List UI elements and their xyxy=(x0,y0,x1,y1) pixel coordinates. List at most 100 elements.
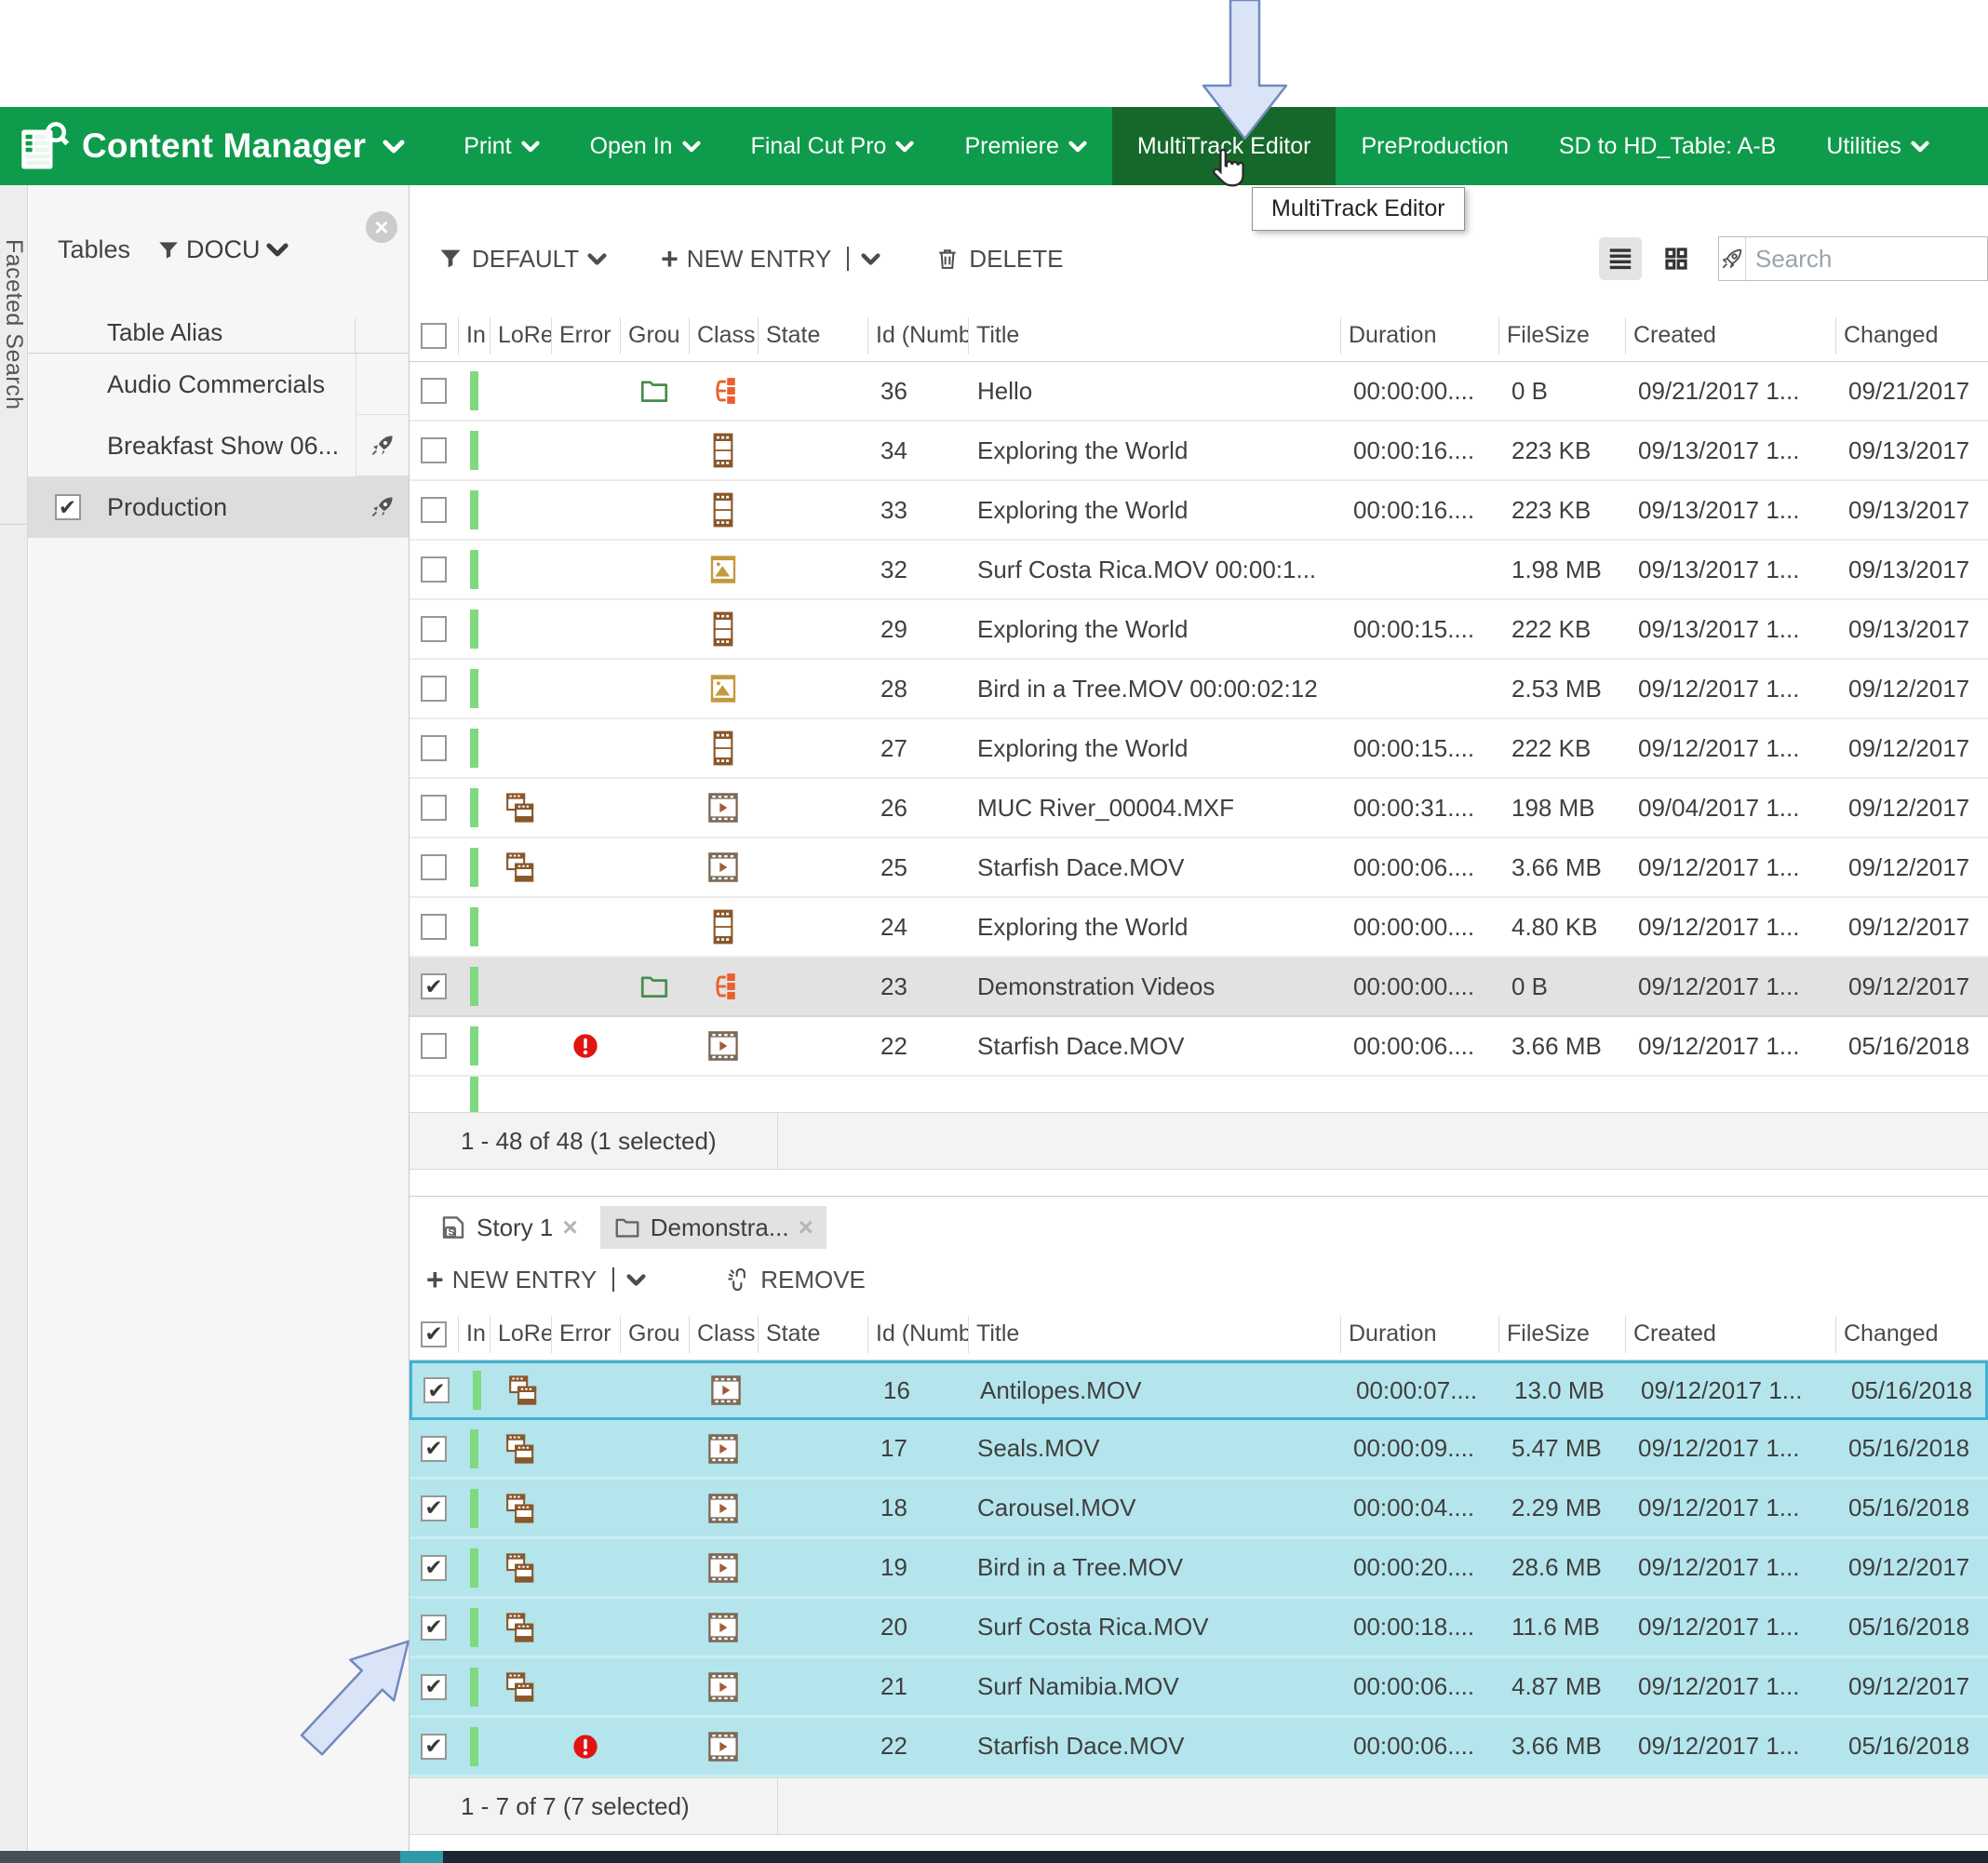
row-checkbox[interactable] xyxy=(421,1033,447,1059)
column-header-created[interactable]: Created xyxy=(1625,317,1835,355)
table-row[interactable]: 26 MUC River_00004.MXF 00:00:31.... 198 … xyxy=(410,779,1988,838)
table-row[interactable]: 24 Exploring the World 00:00:00.... 4.80… xyxy=(410,898,1988,958)
menubar-item-sd-to-hd-table-a-b[interactable]: SD to HD_Table: A-B xyxy=(1534,107,1801,185)
row-checkbox[interactable] xyxy=(421,973,447,999)
table-row[interactable]: 21 Surf Namibia.MOV 00:00:06.... 4.87 MB… xyxy=(410,1658,1988,1718)
chevron-down-icon xyxy=(861,253,880,265)
table-alias-row[interactable]: Production xyxy=(28,476,409,538)
row-checkbox[interactable] xyxy=(421,1436,447,1462)
column-header-in[interactable]: In xyxy=(458,1316,490,1353)
new-entry-button[interactable]: + NEW ENTRY xyxy=(426,1266,646,1294)
column-header-error[interactable]: Error xyxy=(551,317,620,355)
table-row[interactable]: 33 Exploring the World 00:00:16.... 223 … xyxy=(410,481,1988,541)
table-row[interactable]: 20 Surf Costa Rica.MOV 00:00:18.... 11.6… xyxy=(410,1599,1988,1658)
menubar-item-premiere[interactable]: Premiere xyxy=(939,107,1111,185)
rocket-cell[interactable] xyxy=(356,415,409,476)
faceted-search-tab[interactable]: Faceted Search xyxy=(0,185,27,525)
column-header-error[interactable]: Error xyxy=(551,1316,620,1353)
table-row[interactable]: 32 Surf Costa Rica.MOV 00:00:1... 1.98 M… xyxy=(410,541,1988,600)
column-header-created[interactable]: Created xyxy=(1625,1316,1835,1353)
column-header-filesize[interactable]: FileSize xyxy=(1498,1316,1625,1353)
row-checkbox[interactable] xyxy=(421,676,447,702)
column-header-state[interactable]: State xyxy=(758,1316,867,1353)
table-row[interactable]: 27 Exploring the World 00:00:15.... 222 … xyxy=(410,719,1988,779)
table-row[interactable]: 18 Carousel.MOV 00:00:04.... 2.29 MB 09/… xyxy=(410,1480,1988,1539)
list-view-button[interactable] xyxy=(1599,237,1642,280)
select-all-header[interactable] xyxy=(410,317,458,355)
row-checkbox[interactable] xyxy=(421,556,447,583)
close-icon[interactable]: × xyxy=(799,1213,813,1242)
column-header-duration[interactable]: Duration xyxy=(1340,1316,1498,1353)
chevron-down-icon[interactable] xyxy=(383,140,405,154)
error-icon xyxy=(571,1031,600,1061)
table-row[interactable]: 34 Exploring the World 00:00:16.... 223 … xyxy=(410,422,1988,481)
table-row[interactable]: 25 Starfish Dace.MOV 00:00:06.... 3.66 M… xyxy=(410,838,1988,898)
close-icon[interactable]: × xyxy=(562,1213,577,1242)
table-alias-row[interactable]: Audio Commercials xyxy=(28,354,409,415)
row-checkbox[interactable] xyxy=(421,378,447,404)
column-header-lore[interactable]: LoRe xyxy=(490,317,551,355)
table-row[interactable]: 23 Demonstration Videos 00:00:00.... 0 B… xyxy=(410,958,1988,1017)
table-row[interactable]: 19 Bird in a Tree.MOV 00:00:20.... 28.6 … xyxy=(410,1539,1988,1599)
table-row[interactable]: 36 Hello 00:00:00.... 0 B 09/21/2017 1..… xyxy=(410,362,1988,422)
column-header-in[interactable]: In xyxy=(458,317,490,355)
rocket-search-icon[interactable] xyxy=(1719,237,1746,280)
chevron-down-icon xyxy=(266,243,289,257)
column-header-id-numb[interactable]: Id (Numb xyxy=(867,317,968,355)
column-header-title[interactable]: Title xyxy=(968,317,1340,355)
row-checkbox[interactable] xyxy=(421,497,447,523)
row-checkbox[interactable] xyxy=(421,854,447,880)
new-entry-button[interactable]: + NEW ENTRY xyxy=(661,245,880,274)
column-header-class[interactable]: Class xyxy=(689,317,758,355)
menubar-item-print[interactable]: Print xyxy=(438,107,564,185)
column-header-filesize[interactable]: FileSize xyxy=(1498,317,1625,355)
remove-button[interactable]: REMOVE xyxy=(726,1266,866,1294)
row-checkbox[interactable] xyxy=(421,1555,447,1581)
row-checkbox[interactable] xyxy=(421,914,447,940)
table-row[interactable]: 29 Exploring the World 00:00:15.... 222 … xyxy=(410,600,1988,660)
table-alias-column-header[interactable]: Table Alias xyxy=(28,313,409,354)
rocket-cell[interactable] xyxy=(356,354,409,415)
select-all-checkbox[interactable] xyxy=(421,323,447,349)
menubar-item-utilities[interactable]: Utilities xyxy=(1801,107,1954,185)
table-row[interactable] xyxy=(410,1077,1988,1112)
select-all-header[interactable] xyxy=(410,1316,458,1353)
select-all-checkbox[interactable] xyxy=(421,1321,447,1347)
column-header-state[interactable]: State xyxy=(758,317,867,355)
column-header-class[interactable]: Class xyxy=(689,1316,758,1353)
table-alias-row[interactable]: Breakfast Show 06... xyxy=(28,415,409,476)
table-row[interactable]: 16 Antilopes.MOV 00:00:07.... 13.0 MB 09… xyxy=(410,1360,1988,1420)
table-row[interactable]: 28 Bird in a Tree.MOV 00:00:02:12 2.53 M… xyxy=(410,660,1988,719)
tables-filter-dropdown[interactable]: DOCU xyxy=(156,235,289,264)
menubar-item-open-in[interactable]: Open In xyxy=(565,107,726,185)
app-brand[interactable]: Content Manager xyxy=(17,107,438,185)
table-checkbox[interactable] xyxy=(55,494,81,520)
tab-story-1[interactable]: S Story 1 × xyxy=(426,1206,591,1249)
column-header-title[interactable]: Title xyxy=(968,1316,1340,1353)
column-header-lore[interactable]: LoRe xyxy=(490,1316,551,1353)
row-checkbox[interactable] xyxy=(421,1495,447,1521)
close-icon[interactable]: × xyxy=(366,211,397,243)
column-header-duration[interactable]: Duration xyxy=(1340,317,1498,355)
column-header-grou[interactable]: Grou xyxy=(620,1316,689,1353)
row-checkbox[interactable] xyxy=(421,795,447,821)
table-row[interactable]: 17 Seals.MOV 00:00:09.... 5.47 MB 09/12/… xyxy=(410,1420,1988,1480)
menubar-item-preproduction[interactable]: PreProduction xyxy=(1336,107,1533,185)
search-input[interactable] xyxy=(1746,245,1988,274)
column-header-changed[interactable]: Changed xyxy=(1835,1316,1988,1353)
row-checkbox[interactable] xyxy=(421,437,447,463)
tab-demonstration[interactable]: Demonstra... × xyxy=(600,1206,826,1249)
row-checkbox[interactable] xyxy=(421,616,447,642)
row-checkbox[interactable] xyxy=(421,735,447,761)
menubar-item-final-cut-pro[interactable]: Final Cut Pro xyxy=(726,107,940,185)
grid-view-button[interactable] xyxy=(1655,237,1698,280)
column-header-changed[interactable]: Changed xyxy=(1835,317,1988,355)
delete-button[interactable]: DELETE xyxy=(934,245,1063,274)
table-row[interactable]: 22 Starfish Dace.MOV 00:00:06.... 3.66 M… xyxy=(410,1017,1988,1077)
column-header-grou[interactable]: Grou xyxy=(620,317,689,355)
row-checkbox[interactable] xyxy=(423,1377,450,1403)
rocket-cell[interactable] xyxy=(356,476,409,538)
table-row[interactable]: 22 Starfish Dace.MOV 00:00:06.... 3.66 M… xyxy=(410,1718,1988,1777)
column-header-id-numb[interactable]: Id (Numb xyxy=(867,1316,968,1353)
default-filter-button[interactable]: DEFAULT xyxy=(437,245,607,274)
